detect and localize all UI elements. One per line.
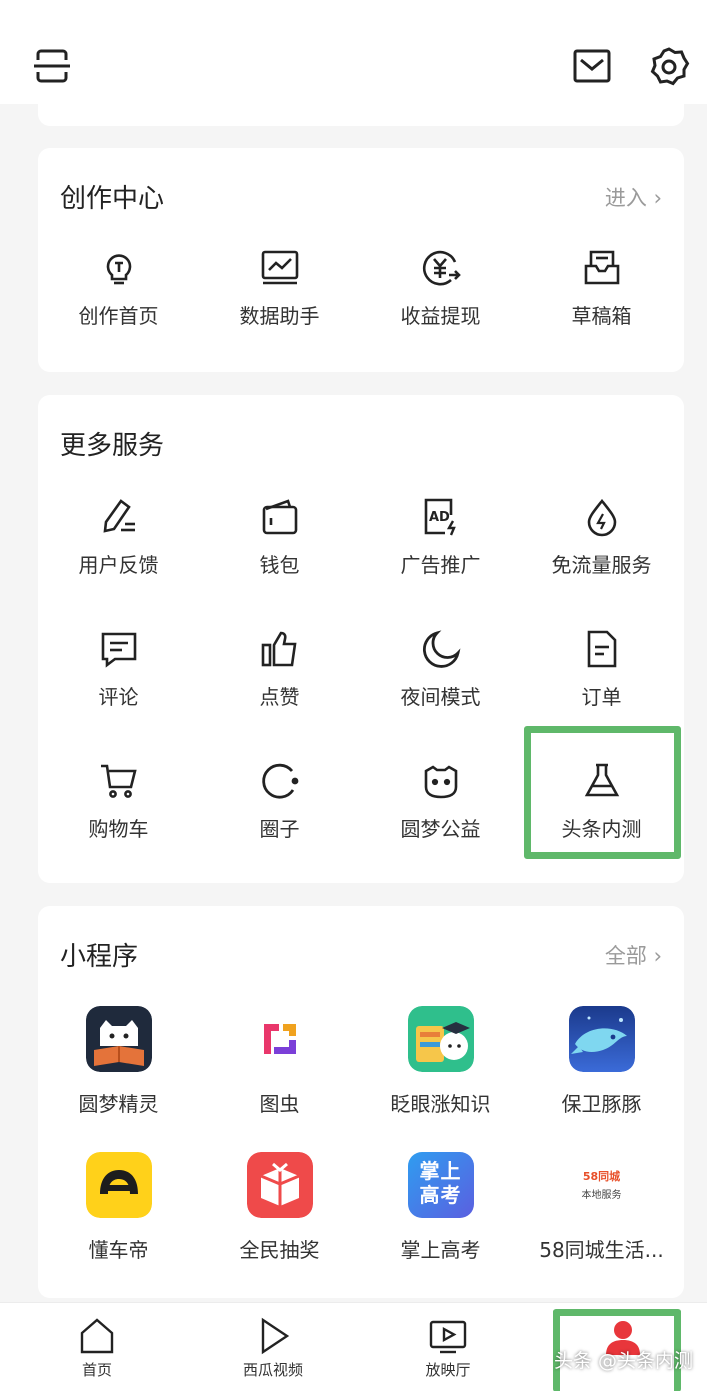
mini-program-label: 圆梦精灵 <box>78 1092 159 1116</box>
grid-item-label: 数据助手 <box>239 304 320 328</box>
comment-icon <box>101 632 136 668</box>
scan-icon[interactable] <box>32 46 72 86</box>
mini-program-label: 全民抽奖 <box>239 1238 320 1262</box>
grid-item-label: 钱包 <box>259 553 300 577</box>
mini-program-gaokao[interactable]: 掌上高考 掌上高考 <box>360 1152 521 1263</box>
tab-xigua-video[interactable]: 西瓜视频 <box>213 1317 333 1380</box>
cat-face-icon <box>424 765 457 799</box>
enter-link[interactable]: 进入 › <box>605 182 662 212</box>
gaokao-app-icon: 掌上高考 <box>407 1152 474 1218</box>
lottery-app-icon <box>246 1152 313 1218</box>
mini-program-label: 懂车帝 <box>88 1238 149 1262</box>
wallet-button[interactable]: 钱包 <box>199 497 360 578</box>
knowledge-app-icon <box>407 1006 474 1072</box>
mini-program-knowledge[interactable]: 眨眼涨知识 <box>360 1006 521 1117</box>
creation-center-card: 创作中心 进入 › 创作首页 数据助手 收益提现 草稿箱 <box>38 148 684 372</box>
circle-icon <box>261 763 298 799</box>
top-bar <box>0 0 707 104</box>
mini-program-label: 图虫 <box>259 1092 300 1116</box>
tab-label: 首页 <box>81 1361 112 1379</box>
whale-app-icon <box>568 1006 635 1072</box>
tab-screening-hall[interactable]: 放映厅 <box>388 1317 508 1380</box>
drafts-button[interactable]: 草稿箱 <box>521 248 682 329</box>
comment-button[interactable]: 评论 <box>38 629 199 710</box>
tab-home[interactable]: 首页 <box>37 1317 157 1380</box>
grid-item-label: 草稿箱 <box>571 304 632 328</box>
free-data-button[interactable]: 免流量服务 <box>521 497 682 578</box>
grid-item-label: 创作首页 <box>78 304 159 328</box>
grid-item-label: 广告推广 <box>400 553 481 577</box>
bottom-tab-bar: 首页 西瓜视频 放映厅 头条 @头条内测 <box>0 1302 707 1391</box>
grid-item-label: 免流量服务 <box>551 553 652 577</box>
dongchedi-app-icon <box>85 1152 152 1218</box>
mini-program-yuanmeng[interactable]: 圆梦精灵 <box>38 1006 199 1117</box>
user-feedback-button[interactable]: 用户反馈 <box>38 497 199 578</box>
svg-text:AD: AD <box>429 510 450 525</box>
card-title: 更多服务 <box>60 431 165 461</box>
58-app-icon: 58同城 本地服务 <box>568 1152 635 1218</box>
creation-home-button[interactable]: 创作首页 <box>38 248 199 329</box>
mini-program-baowei[interactable]: 保卫豚豚 <box>521 1006 682 1117</box>
tab-label: 西瓜视频 <box>242 1361 303 1379</box>
card-title: 创作中心 <box>60 184 165 214</box>
gaokao-icon-text: 掌上高考 <box>419 1159 462 1207</box>
feedback-pen-icon <box>103 499 135 533</box>
draft-box-icon <box>584 250 619 285</box>
orders-button[interactable]: 订单 <box>521 629 682 710</box>
charity-button[interactable]: 圆梦公益 <box>360 761 521 842</box>
previous-card-edge <box>38 104 684 126</box>
mini-program-lottery[interactable]: 全民抽奖 <box>199 1152 360 1263</box>
wallet-icon <box>262 499 297 535</box>
moon-icon <box>422 630 460 668</box>
grid-item-label: 圈子 <box>259 817 300 841</box>
tuchong-app-icon <box>246 1006 313 1072</box>
mini-program-dongchedi[interactable]: 懂车帝 <box>38 1152 199 1263</box>
grid-item-label: 夜间模式 <box>400 685 481 709</box>
gear-icon[interactable] <box>648 46 690 88</box>
cat-book-app-icon <box>85 1006 152 1072</box>
home-icon <box>80 1318 114 1354</box>
lightbulb-icon <box>106 254 131 285</box>
shopping-cart-button[interactable]: 购物车 <box>38 761 199 842</box>
mini-program-tuchong[interactable]: 图虫 <box>199 1006 360 1117</box>
mini-program-label: 保卫豚豚 <box>561 1092 642 1116</box>
mini-program-label: 眨眼涨知识 <box>390 1092 491 1116</box>
likes-button[interactable]: 点赞 <box>199 629 360 710</box>
grid-item-label: 评论 <box>98 685 139 709</box>
mini-program-label: 掌上高考 <box>400 1238 481 1262</box>
cart-icon <box>100 764 137 798</box>
tab-label: 放映厅 <box>425 1361 471 1379</box>
watermark: 头条 @头条内测 <box>553 1350 693 1372</box>
58-icon-text-2: 本地服务 <box>581 1190 622 1201</box>
grid-item-label: 用户反馈 <box>78 553 159 577</box>
circle-button[interactable]: 圈子 <box>199 761 360 842</box>
58-icon-text-1: 58同城 <box>582 1170 621 1183</box>
night-mode-button[interactable]: 夜间模式 <box>360 629 521 710</box>
mail-icon[interactable] <box>572 46 612 86</box>
data-drop-icon <box>587 498 616 537</box>
mini-program-58[interactable]: 58同城 本地服务 58同城生活... <box>521 1152 682 1263</box>
thumbs-up-icon <box>261 631 296 667</box>
grid-item-label: 订单 <box>581 685 622 709</box>
order-doc-icon <box>587 630 616 668</box>
chart-monitor-icon <box>261 250 298 285</box>
grid-item-label: 圆梦公益 <box>400 817 481 841</box>
grid-item-label: 购物车 <box>88 817 149 841</box>
mini-program-label: 58同城生活... <box>539 1238 664 1262</box>
all-link[interactable]: 全部 › <box>605 940 662 970</box>
yuan-withdraw-icon <box>422 250 461 286</box>
tv-play-icon <box>429 1320 467 1354</box>
earnings-withdraw-button[interactable]: 收益提现 <box>360 248 521 329</box>
grid-item-label: 点赞 <box>259 685 300 709</box>
data-assistant-button[interactable]: 数据助手 <box>199 248 360 329</box>
grid-item-label: 收益提现 <box>400 304 481 328</box>
play-icon <box>261 1317 290 1355</box>
beta-test-highlight <box>524 726 681 859</box>
card-title: 小程序 <box>60 942 139 972</box>
mini-programs-card: 小程序 全部 › 圆梦精灵 图虫 眨眼涨知识 保卫豚豚 懂车帝 全民抽奖 掌上高… <box>38 906 684 1298</box>
ad-promotion-button[interactable]: AD 广告推广 <box>360 497 521 578</box>
ad-icon: AD <box>424 498 456 536</box>
